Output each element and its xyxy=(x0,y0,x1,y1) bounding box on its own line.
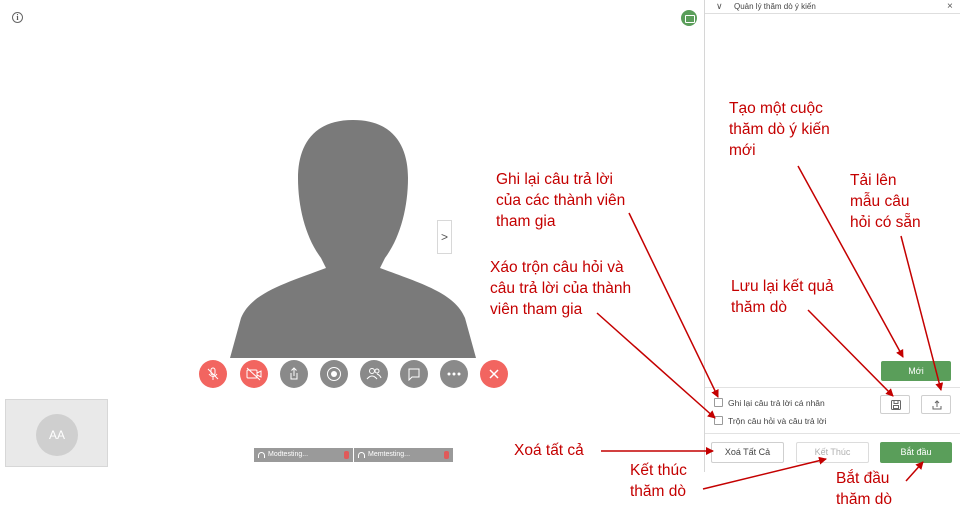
annotation-start-poll: Bắt đầu thăm dò xyxy=(836,470,893,508)
annotation-new-poll: Tạo một cuộc thăm dò ý kiến mới xyxy=(729,100,830,159)
annotation-clear-all: Xoá tất cả xyxy=(514,442,584,459)
arrow-save xyxy=(807,309,894,397)
arrow-start xyxy=(905,461,924,482)
annotation-upload-template: Tải lên mẫu câu hỏi có sẵn xyxy=(850,172,921,231)
arrow-upload xyxy=(900,235,944,391)
annotation-end-poll: Kết thúc thăm dò xyxy=(630,462,687,500)
arrow-end xyxy=(702,456,827,490)
arrow-shuffle xyxy=(596,312,716,419)
annotation-shuffle: Xáo trộn câu hỏi và câu trả lời của thành… xyxy=(490,259,632,318)
annotation-save-results: Lưu lại kết quả thăm dò xyxy=(731,278,834,316)
annotation-record-answers: Ghi lại câu trả lời của các thành viên tha… xyxy=(496,171,626,230)
arrow-record xyxy=(628,212,719,398)
annotation-arrows xyxy=(596,165,944,490)
